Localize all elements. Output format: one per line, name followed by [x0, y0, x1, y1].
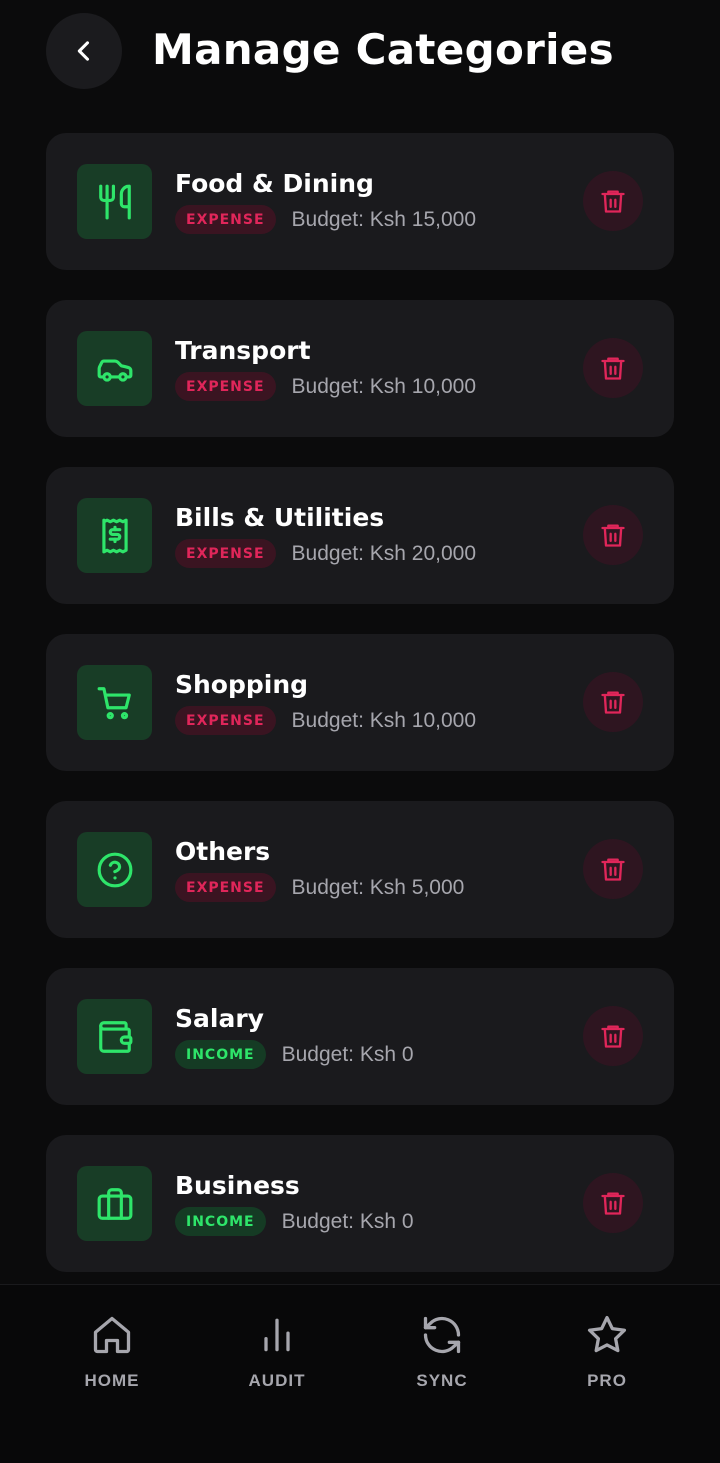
delete-button[interactable]: [583, 839, 643, 899]
budget-text: Budget: Ksh 0: [281, 1209, 414, 1233]
delete-button[interactable]: [583, 672, 643, 732]
category-meta: EXPENSE Budget: Ksh 10,000: [175, 706, 476, 735]
briefcase-icon: [97, 1187, 132, 1220]
category-card[interactable]: Bills & Utilities EXPENSE Budget: Ksh 20…: [46, 467, 674, 604]
category-meta: EXPENSE Budget: Ksh 10,000: [175, 372, 476, 401]
category-card[interactable]: Transport EXPENSE Budget: Ksh 10,000: [46, 300, 674, 437]
trash-icon: [601, 1025, 625, 1048]
delete-button[interactable]: [583, 505, 643, 565]
budget-text: Budget: Ksh 0: [281, 1042, 414, 1066]
category-list: Food & Dining EXPENSE Budget: Ksh 15,000…: [46, 133, 674, 1302]
category-name: Business: [175, 1171, 300, 1200]
budget-text: Budget: Ksh 20,000: [291, 541, 477, 565]
category-icon-tile: [77, 331, 152, 406]
category-icon-tile: [77, 832, 152, 907]
refresh-icon: [423, 1316, 461, 1354]
type-badge: INCOME: [175, 1040, 266, 1069]
nav-label: HOME: [84, 1371, 140, 1390]
type-badge: EXPENSE: [175, 873, 276, 902]
trash-icon: [601, 1192, 625, 1215]
delete-button[interactable]: [583, 338, 643, 398]
budget-text: Budget: Ksh 15,000: [291, 207, 477, 231]
type-badge: INCOME: [175, 1207, 266, 1236]
car-icon: [97, 359, 132, 382]
home-icon: [93, 1316, 131, 1354]
category-icon-tile: [77, 665, 152, 740]
category-name: Salary: [175, 1004, 264, 1033]
category-name: Others: [175, 837, 271, 866]
category-name: Transport: [175, 336, 311, 365]
budget-text: Budget: Ksh 10,000: [291, 708, 477, 732]
bar-chart-icon: [264, 1318, 290, 1352]
page-title: Manage Categories: [152, 25, 614, 74]
budget-text: Budget: Ksh 5,000: [291, 875, 465, 899]
category-icon-tile: [77, 164, 152, 239]
trash-icon: [601, 858, 625, 881]
nav-item-home[interactable]: HOME: [42, 1313, 182, 1403]
receipt-icon: [101, 518, 128, 553]
category-name: Shopping: [175, 670, 309, 699]
nav-label: AUDIT: [248, 1371, 306, 1390]
category-icon-tile: [77, 1166, 152, 1241]
type-badge: EXPENSE: [175, 706, 276, 735]
help-circle-icon: [97, 852, 132, 887]
nav-item-pro[interactable]: PRO: [537, 1313, 677, 1403]
category-meta: EXPENSE Budget: Ksh 15,000: [175, 205, 476, 234]
nav-item-audit[interactable]: AUDIT: [207, 1313, 347, 1403]
bottom-nav: HOME AUDIT SYNC PRO: [0, 1284, 720, 1463]
category-name: Food & Dining: [175, 169, 374, 198]
category-icon-tile: [77, 498, 152, 573]
star-icon: [587, 1315, 627, 1353]
chevron-left-icon: [77, 41, 90, 61]
header: Manage Categories: [0, 0, 720, 100]
category-card[interactable]: Others EXPENSE Budget: Ksh 5,000: [46, 801, 674, 938]
type-badge: EXPENSE: [175, 205, 276, 234]
budget-text: Budget: Ksh 10,000: [291, 374, 477, 398]
trash-icon: [601, 190, 625, 213]
category-icon-tile: [77, 999, 152, 1074]
category-card[interactable]: Salary INCOME Budget: Ksh 0: [46, 968, 674, 1105]
fork-knife-icon: [98, 184, 131, 219]
delete-button[interactable]: [583, 1173, 643, 1233]
category-card[interactable]: Shopping EXPENSE Budget: Ksh 10,000: [46, 634, 674, 771]
category-name: Bills & Utilities: [175, 503, 385, 532]
nav-label: PRO: [587, 1371, 627, 1390]
nav-item-sync[interactable]: SYNC: [372, 1313, 512, 1403]
type-badge: EXPENSE: [175, 539, 276, 568]
back-button[interactable]: [46, 13, 122, 89]
nav-label: SYNC: [416, 1371, 468, 1390]
trash-icon: [601, 357, 625, 380]
type-badge: EXPENSE: [175, 372, 276, 401]
delete-button[interactable]: [583, 1006, 643, 1066]
category-meta: INCOME Budget: Ksh 0: [175, 1040, 414, 1069]
category-card[interactable]: Food & Dining EXPENSE Budget: Ksh 15,000: [46, 133, 674, 270]
wallet-icon: [98, 1020, 132, 1053]
category-meta: INCOME Budget: Ksh 0: [175, 1207, 414, 1236]
trash-icon: [601, 524, 625, 547]
category-card[interactable]: Business INCOME Budget: Ksh 0: [46, 1135, 674, 1272]
cart-icon: [97, 686, 131, 719]
category-meta: EXPENSE Budget: Ksh 20,000: [175, 539, 476, 568]
category-meta: EXPENSE Budget: Ksh 5,000: [175, 873, 464, 902]
delete-button[interactable]: [583, 171, 643, 231]
trash-icon: [601, 691, 625, 714]
